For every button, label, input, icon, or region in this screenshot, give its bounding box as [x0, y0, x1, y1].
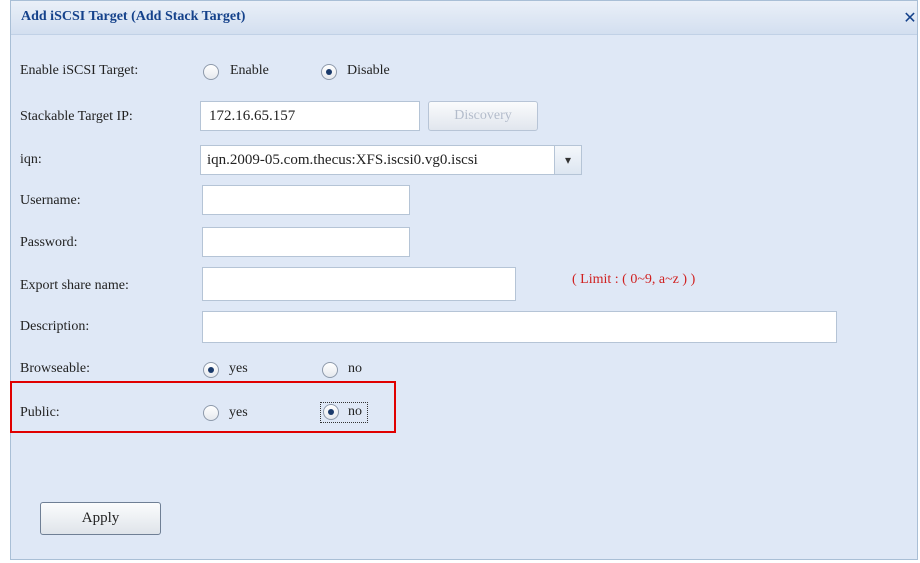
password-input[interactable]	[202, 227, 410, 257]
public-no-radio[interactable]	[323, 404, 339, 420]
export-share-input[interactable]	[202, 267, 516, 301]
target-ip-label: Stackable Target IP:	[20, 109, 133, 124]
public-no-label: no	[348, 404, 362, 419]
description-label: Description:	[20, 319, 90, 334]
iqn-selected-value: iqn.2009-05.com.thecus:XFS.iscsi0.vg0.is…	[207, 152, 478, 168]
enable-iscsi-label: Enable iSCSI Target:	[20, 63, 139, 78]
username-label: Username:	[20, 193, 81, 208]
enable-radio[interactable]	[203, 64, 219, 80]
public-label: Public:	[20, 405, 60, 420]
export-share-label: Export share name:	[20, 278, 129, 293]
username-input[interactable]	[202, 185, 410, 215]
public-yes-radio[interactable]	[203, 405, 219, 421]
public-yes-label: yes	[229, 405, 248, 420]
iqn-label: iqn:	[20, 152, 42, 167]
enable-radio-label: Enable	[230, 63, 269, 78]
dialog-title: Add iSCSI Target (Add Stack Target)	[21, 9, 246, 24]
browseable-yes-label: yes	[229, 361, 248, 376]
browseable-no-label: no	[348, 361, 362, 376]
chevron-down-icon[interactable]: ▾	[554, 146, 581, 174]
target-ip-input[interactable]	[200, 101, 420, 131]
browseable-no-radio[interactable]	[322, 362, 338, 378]
export-share-limit-hint: ( Limit : ( 0~9, a~z ) )	[572, 272, 696, 287]
discovery-button[interactable]: Discovery	[428, 101, 538, 131]
disable-radio[interactable]	[321, 64, 337, 80]
dialog-titlebar[interactable]: Add iSCSI Target (Add Stack Target) ✕	[11, 1, 917, 35]
browseable-yes-radio[interactable]	[203, 362, 219, 378]
password-label: Password:	[20, 235, 78, 250]
description-input[interactable]	[202, 311, 837, 343]
disable-radio-label: Disable	[347, 63, 390, 78]
iqn-select[interactable]: iqn.2009-05.com.thecus:XFS.iscsi0.vg0.is…	[200, 145, 582, 175]
close-icon[interactable]: ✕	[903, 9, 917, 27]
apply-button[interactable]: Apply	[40, 502, 161, 535]
browseable-label: Browseable:	[20, 361, 90, 376]
